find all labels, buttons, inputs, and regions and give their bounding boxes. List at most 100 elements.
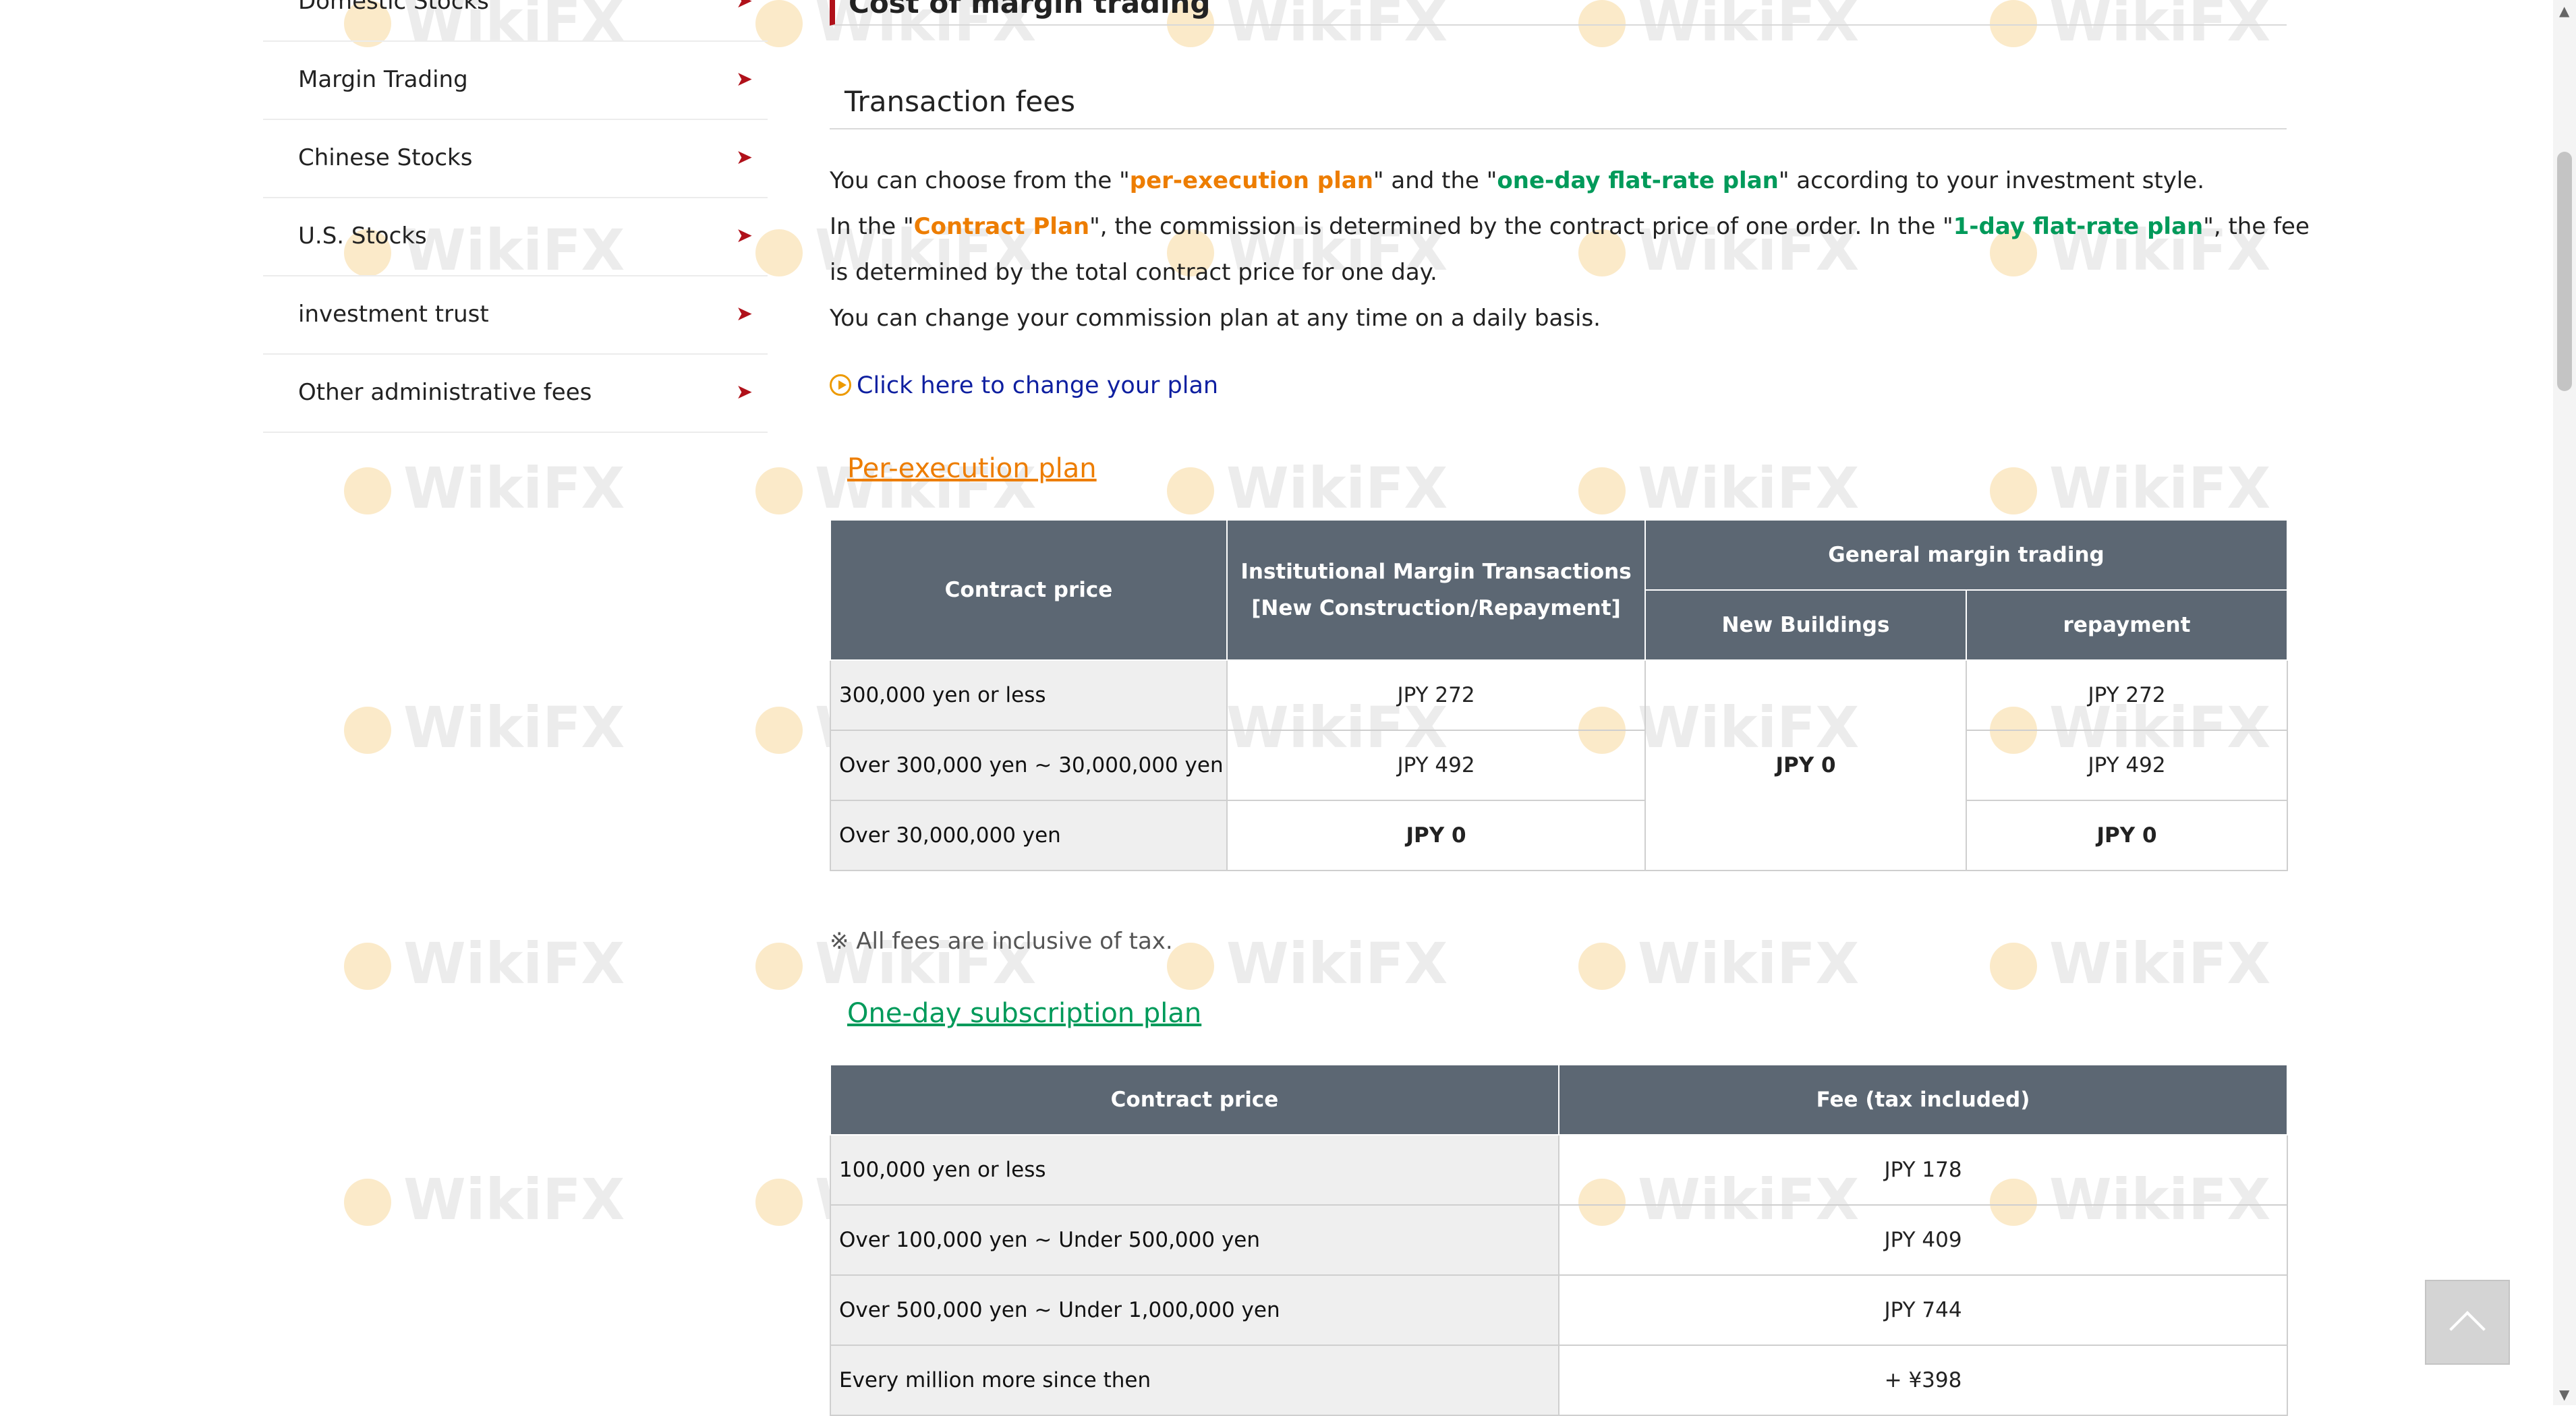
institutional-fee: JPY 272 bbox=[1226, 659, 1646, 731]
intro-line-1: You can choose from the "per-execution p… bbox=[830, 158, 2287, 204]
header-institutional-line1: Institutional Margin Transactions bbox=[1240, 560, 1632, 584]
repayment-fee: JPY 272 bbox=[1965, 659, 2289, 731]
sidebar-item-label: Other administrative fees bbox=[298, 379, 592, 406]
sidebar-item-label: Chinese Stocks bbox=[298, 144, 473, 171]
table-row: Over 300,000 yen ~ 30,000,000 yen JPY 49… bbox=[830, 730, 2289, 801]
watermark-logo-icon bbox=[1578, 467, 1626, 514]
scroll-up-arrow-icon[interactable]: ▲ bbox=[2559, 3, 2569, 19]
header-contract-price: Contract price bbox=[830, 1064, 1559, 1135]
institutional-fee: JPY 492 bbox=[1226, 730, 1646, 801]
fee-value: JPY 178 bbox=[1558, 1134, 2288, 1206]
table-row: Over 100,000 yen ~ Under 500,000 yen JPY… bbox=[830, 1204, 2288, 1276]
change-plan-link-text: Click here to change your plan bbox=[857, 372, 1219, 399]
header-new-buildings: New Buildings bbox=[1644, 589, 1967, 661]
chevron-right-icon: ➤ bbox=[735, 224, 753, 247]
sidebar-item-label: Domestic Stocks bbox=[298, 0, 489, 15]
watermark: WikiFX bbox=[344, 455, 625, 521]
section-heading: Cost of margin trading bbox=[830, 0, 2287, 26]
header-general-margin: General margin trading bbox=[1644, 519, 2289, 591]
scroll-down-arrow-icon[interactable]: ▼ bbox=[2559, 1386, 2569, 1403]
scrollbar-thumb[interactable] bbox=[2557, 152, 2572, 391]
intro-text: You can choose from the " bbox=[830, 167, 1130, 194]
watermark-logo-icon bbox=[755, 943, 803, 990]
watermark-logo-icon bbox=[344, 943, 391, 990]
intro-line-3: is determined by the total contract pric… bbox=[830, 259, 1437, 286]
intro-text: " according to your investment style. bbox=[1778, 167, 2205, 194]
watermark: WikiFX bbox=[1167, 931, 1448, 997]
fee-value: JPY 744 bbox=[1558, 1274, 2288, 1346]
fee-value: + ¥398 bbox=[1558, 1345, 2288, 1416]
one-day-plan-link[interactable]: One-day subscription plan bbox=[847, 998, 1201, 1029]
intro-text: " and the " bbox=[1373, 167, 1497, 194]
fee-value: JPY 409 bbox=[1558, 1204, 2288, 1276]
watermark-logo-icon bbox=[344, 1179, 391, 1226]
table-row: Over 30,000,000 yen JPY 0 JPY 0 bbox=[830, 800, 2289, 871]
watermark: WikiFX bbox=[1578, 455, 1859, 521]
intro-text: In the " bbox=[830, 213, 914, 240]
watermark: WikiFX bbox=[344, 1167, 625, 1233]
sidebar-item-other-administrative-fees[interactable]: Other administrative fees ➤ bbox=[263, 355, 768, 433]
watermark-logo-icon bbox=[755, 707, 803, 754]
row-label: 100,000 yen or less bbox=[830, 1134, 1559, 1206]
intro-text: ", the commission is determined by the c… bbox=[1089, 213, 1953, 240]
page-scrollbar[interactable]: ▲ ▼ bbox=[2553, 0, 2576, 1405]
back-to-top-button[interactable] bbox=[2425, 1280, 2510, 1365]
watermark-logo-icon bbox=[344, 467, 391, 514]
sidebar-item-label: investment trust bbox=[298, 301, 489, 328]
watermark-logo-icon bbox=[1578, 943, 1626, 990]
chevron-right-icon: ➤ bbox=[735, 380, 753, 404]
per-execution-plan-link[interactable]: Per-execution plan bbox=[847, 453, 1097, 484]
header-repayment: repayment bbox=[1965, 589, 2289, 661]
row-label: 300,000 yen or less bbox=[830, 659, 1228, 731]
one-day-table: Contract price Fee (tax included) 100,00… bbox=[830, 1064, 2288, 1416]
table-row: Every million more since then + ¥398 bbox=[830, 1345, 2288, 1416]
repayment-fee: JPY 492 bbox=[1965, 730, 2289, 801]
sidebar-nav: Domestic Stocks ➤ Margin Trading ➤ Chine… bbox=[263, 0, 768, 433]
subsection-title: Transaction fees bbox=[845, 85, 1075, 118]
watermark-logo-icon bbox=[1990, 943, 2037, 990]
intro-line-4: You can change your commission plan at a… bbox=[830, 305, 1601, 332]
table-row: Over 500,000 yen ~ Under 1,000,000 yen J… bbox=[830, 1274, 2288, 1346]
tax-note: ※ All fees are inclusive of tax. bbox=[830, 928, 1173, 955]
sidebar-item-margin-trading[interactable]: Margin Trading ➤ bbox=[263, 42, 768, 120]
highlight-contract-plan: Contract Plan bbox=[913, 213, 1090, 240]
sidebar-item-label: Margin Trading bbox=[298, 66, 468, 93]
row-label: Every million more since then bbox=[830, 1345, 1559, 1416]
intro-text: ", the fee bbox=[2203, 213, 2310, 240]
chevron-right-icon: ➤ bbox=[735, 67, 753, 91]
header-institutional-line2: [New Construction/Repayment] bbox=[1251, 596, 1621, 620]
watermark-logo-icon bbox=[344, 707, 391, 754]
header-fee: Fee (tax included) bbox=[1558, 1064, 2288, 1135]
chevron-right-icon: ➤ bbox=[735, 302, 753, 326]
watermark-logo-icon bbox=[755, 1179, 803, 1226]
header-contract-price: Contract price bbox=[830, 519, 1228, 661]
highlight-one-day: one-day flat-rate plan bbox=[1497, 167, 1779, 194]
sidebar-item-domestic-stocks[interactable]: Domestic Stocks ➤ bbox=[263, 0, 768, 42]
per-execution-table: Contract price Institutional Margin Tran… bbox=[830, 519, 2289, 871]
sidebar-item-label: U.S. Stocks bbox=[298, 223, 427, 249]
watermark-logo-icon bbox=[1167, 943, 1214, 990]
watermark: WikiFX bbox=[1578, 931, 1859, 997]
watermark: WikiFX bbox=[344, 695, 625, 761]
watermark: WikiFX bbox=[1990, 931, 2270, 997]
subsection-heading: Transaction fees bbox=[830, 81, 2287, 129]
institutional-fee: JPY 0 bbox=[1226, 800, 1646, 871]
change-plan-link[interactable]: Click here to change your plan bbox=[830, 372, 1218, 399]
chevron-right-icon: ➤ bbox=[735, 0, 753, 13]
table-row: 300,000 yen or less JPY 272 JPY 0 JPY 27… bbox=[830, 659, 2289, 871]
new-buildings-fee: JPY 0 bbox=[1644, 659, 1967, 871]
row-label: Over 300,000 yen ~ 30,000,000 yen bbox=[830, 730, 1228, 801]
chevron-right-icon: ➤ bbox=[735, 146, 753, 169]
section-title: Cost of margin trading bbox=[849, 0, 1211, 20]
watermark-logo-icon bbox=[1990, 467, 2037, 514]
row-label: Over 500,000 yen ~ Under 1,000,000 yen bbox=[830, 1274, 1559, 1346]
sidebar-item-investment-trust[interactable]: investment trust ➤ bbox=[263, 276, 768, 355]
highlight-1-day-plan: 1-day flat-rate plan bbox=[1953, 213, 2204, 240]
table-row: 100,000 yen or less JPY 178 bbox=[830, 1134, 2288, 1206]
watermark-logo-icon bbox=[1167, 467, 1214, 514]
watermark: WikiFX bbox=[1167, 455, 1448, 521]
sidebar-item-chinese-stocks[interactable]: Chinese Stocks ➤ bbox=[263, 120, 768, 198]
sidebar-item-us-stocks[interactable]: U.S. Stocks ➤ bbox=[263, 198, 768, 276]
watermark: WikiFX bbox=[344, 931, 625, 997]
header-institutional: Institutional Margin Transactions [New C… bbox=[1226, 519, 1646, 661]
